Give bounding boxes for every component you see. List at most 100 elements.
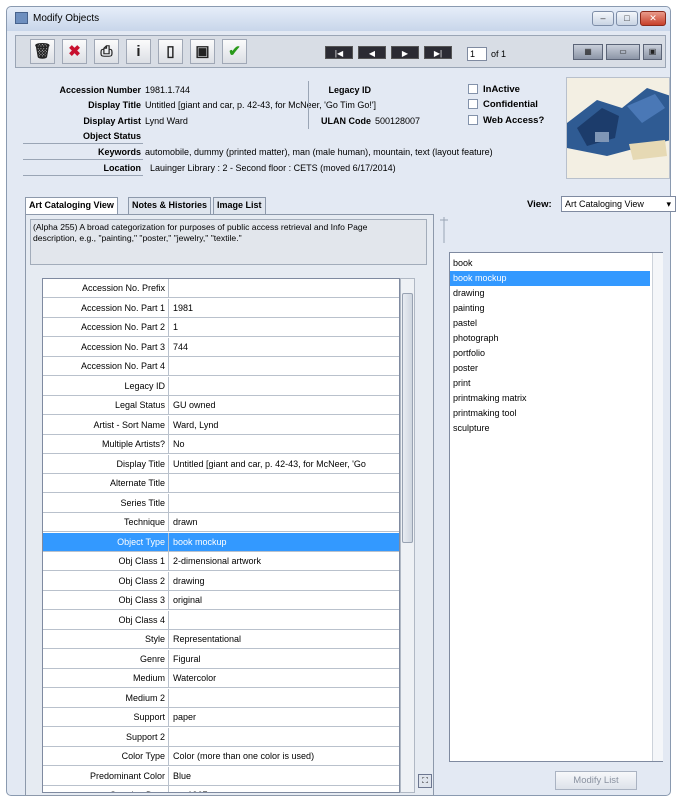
next-record-button[interactable]: ▶	[391, 46, 419, 59]
field-row[interactable]: Support 2	[43, 727, 399, 747]
list-item[interactable]: drawing	[450, 286, 650, 301]
field-value[interactable]	[171, 494, 396, 513]
field-row[interactable]: Obj Class 3 original	[43, 591, 399, 610]
field-value[interactable]: Untitled [giant and car, p. 42-43, for M…	[171, 455, 396, 474]
info-button[interactable]: i	[126, 39, 151, 64]
prev-record-button[interactable]: ◀	[358, 46, 386, 59]
field-row[interactable]: Support paper	[43, 708, 399, 727]
field-value[interactable]	[171, 377, 396, 396]
field-row[interactable]: Color Type Color (more than one color is …	[43, 747, 399, 766]
field-row[interactable]: Accession No. Part 3 744	[43, 337, 399, 357]
field-row[interactable]: Technique drawn	[43, 513, 399, 532]
object-thumbnail-image[interactable]	[566, 77, 670, 179]
field-value[interactable]: book mockup	[171, 533, 396, 552]
field-row[interactable]: Accession No. Part 1 1981	[43, 298, 399, 318]
field-value[interactable]: ca. 1967	[171, 786, 396, 792]
field-row[interactable]: Display Title Untitled [giant and car, p.…	[43, 454, 399, 474]
field-row[interactable]: Obj Class 4	[43, 610, 399, 630]
tab-notes-histories[interactable]: Notes & Histories	[128, 197, 212, 214]
maximize-button[interactable]: □	[616, 11, 638, 26]
first-record-button[interactable]: |◀	[325, 46, 353, 59]
field-value[interactable]: Figural	[171, 650, 396, 669]
field-value[interactable]: GU owned	[171, 396, 396, 415]
list-item[interactable]: print	[450, 376, 650, 391]
list-item[interactable]: painting	[450, 301, 650, 316]
image-view-icon[interactable]: ▣	[643, 44, 662, 60]
tab-art-cataloging-view[interactable]: Art Cataloging View	[25, 197, 118, 215]
field-row[interactable]: Obj Class 1 2-dimensional artwork	[43, 552, 399, 571]
field-value[interactable]	[171, 357, 396, 376]
form-view-icon[interactable]: ▭	[606, 44, 640, 60]
field-row[interactable]: Accession No. Part 4	[43, 357, 399, 376]
field-row[interactable]: Object Type book mockup	[43, 532, 399, 552]
list-item[interactable]: printmaking tool	[450, 406, 650, 421]
list-item[interactable]: sculpture	[450, 421, 650, 436]
list-item[interactable]: photograph	[450, 331, 650, 346]
scrollbar-thumb[interactable]	[402, 293, 413, 543]
field-value[interactable]: No	[171, 435, 396, 454]
field-row[interactable]: Genre Figural	[43, 649, 399, 669]
field-value[interactable]	[171, 611, 396, 630]
field-row[interactable]: Artist - Sort Name Ward, Lynd	[43, 415, 399, 435]
field-row[interactable]: Series Title	[43, 493, 399, 513]
display-artist-value: Lynd Ward	[145, 116, 188, 126]
expand-icon[interactable]: ⛶	[418, 774, 432, 788]
view-select[interactable]: Art Cataloging View ▾	[561, 196, 676, 212]
field-value[interactable]	[171, 689, 396, 708]
field-value[interactable]: paper	[171, 708, 396, 727]
new-page-button[interactable]: ▯	[158, 39, 183, 64]
field-row[interactable]: Multiple Artists? No	[43, 435, 399, 454]
minimize-button[interactable]: –	[592, 11, 614, 26]
field-row[interactable]: Legal Status GU owned	[43, 396, 399, 415]
web-access-checkbox[interactable]	[468, 115, 478, 125]
field-row[interactable]: Accession No. Prefix	[43, 279, 399, 298]
field-row[interactable]: Medium 2	[43, 688, 399, 708]
object-type-list[interactable]: book book mockup drawing painting pastel phot…	[449, 252, 663, 762]
list-item[interactable]: portfolio	[450, 346, 650, 361]
field-value[interactable]: 744	[171, 338, 396, 357]
field-row[interactable]: Medium Watercolor	[43, 669, 399, 688]
save-button[interactable]: ✔	[222, 39, 247, 64]
object-type-list-scrollbar[interactable]	[652, 253, 663, 761]
field-value[interactable]: drawn	[171, 513, 396, 532]
field-value[interactable]	[171, 474, 396, 493]
grid-view-icon[interactable]: ▦	[573, 44, 603, 60]
cancel-button[interactable]: ✖	[62, 39, 87, 64]
copy-button[interactable]: ▣	[190, 39, 215, 64]
field-row[interactable]: Legacy ID	[43, 376, 399, 396]
field-value[interactable]	[171, 728, 396, 747]
splitter-handle[interactable]	[439, 217, 449, 243]
field-row[interactable]: Obj Class 2 drawing	[43, 571, 399, 591]
field-value[interactable]: 1981	[171, 299, 396, 318]
field-value[interactable]: Color (more than one color is used)	[171, 747, 396, 766]
list-item[interactable]: poster	[450, 361, 650, 376]
list-item[interactable]: printmaking matrix	[450, 391, 650, 406]
close-button[interactable]: ✕	[640, 11, 666, 26]
field-value[interactable]	[171, 279, 396, 298]
inactive-checkbox[interactable]	[468, 84, 478, 94]
field-row[interactable]: Alternate Title	[43, 474, 399, 493]
field-value[interactable]: 2-dimensional artwork	[171, 552, 396, 571]
list-item[interactable]: book mockup	[450, 271, 650, 286]
list-item[interactable]: book	[450, 256, 650, 271]
field-value[interactable]: Watercolor	[171, 669, 396, 688]
last-record-button[interactable]: ▶|	[424, 46, 452, 59]
field-value[interactable]: original	[171, 591, 396, 610]
confidential-checkbox[interactable]	[468, 99, 478, 109]
delete-button[interactable]: 🗑	[30, 39, 55, 64]
print-button[interactable]: ⎙	[94, 39, 119, 64]
field-row[interactable]: Accession No. Part 21	[43, 318, 399, 337]
list-item[interactable]: pastel	[450, 316, 650, 331]
field-row[interactable]: Style Representational	[43, 630, 399, 649]
modify-list-button[interactable]: Modify List	[555, 771, 637, 790]
field-grid-scrollbar[interactable]	[400, 278, 415, 793]
field-value[interactable]: drawing	[171, 572, 396, 591]
field-value[interactable]: Blue	[171, 767, 396, 786]
field-value[interactable]: 1	[171, 318, 396, 337]
field-row[interactable]: Predominant Color Blue	[43, 766, 399, 786]
tab-image-list[interactable]: Image List	[213, 197, 266, 214]
field-value[interactable]: Ward, Lynd	[171, 416, 396, 435]
field-row[interactable]: Creation Dateca. 1967	[43, 786, 399, 792]
page-number-input[interactable]: 1	[467, 47, 487, 61]
field-value[interactable]: Representational	[171, 630, 396, 649]
